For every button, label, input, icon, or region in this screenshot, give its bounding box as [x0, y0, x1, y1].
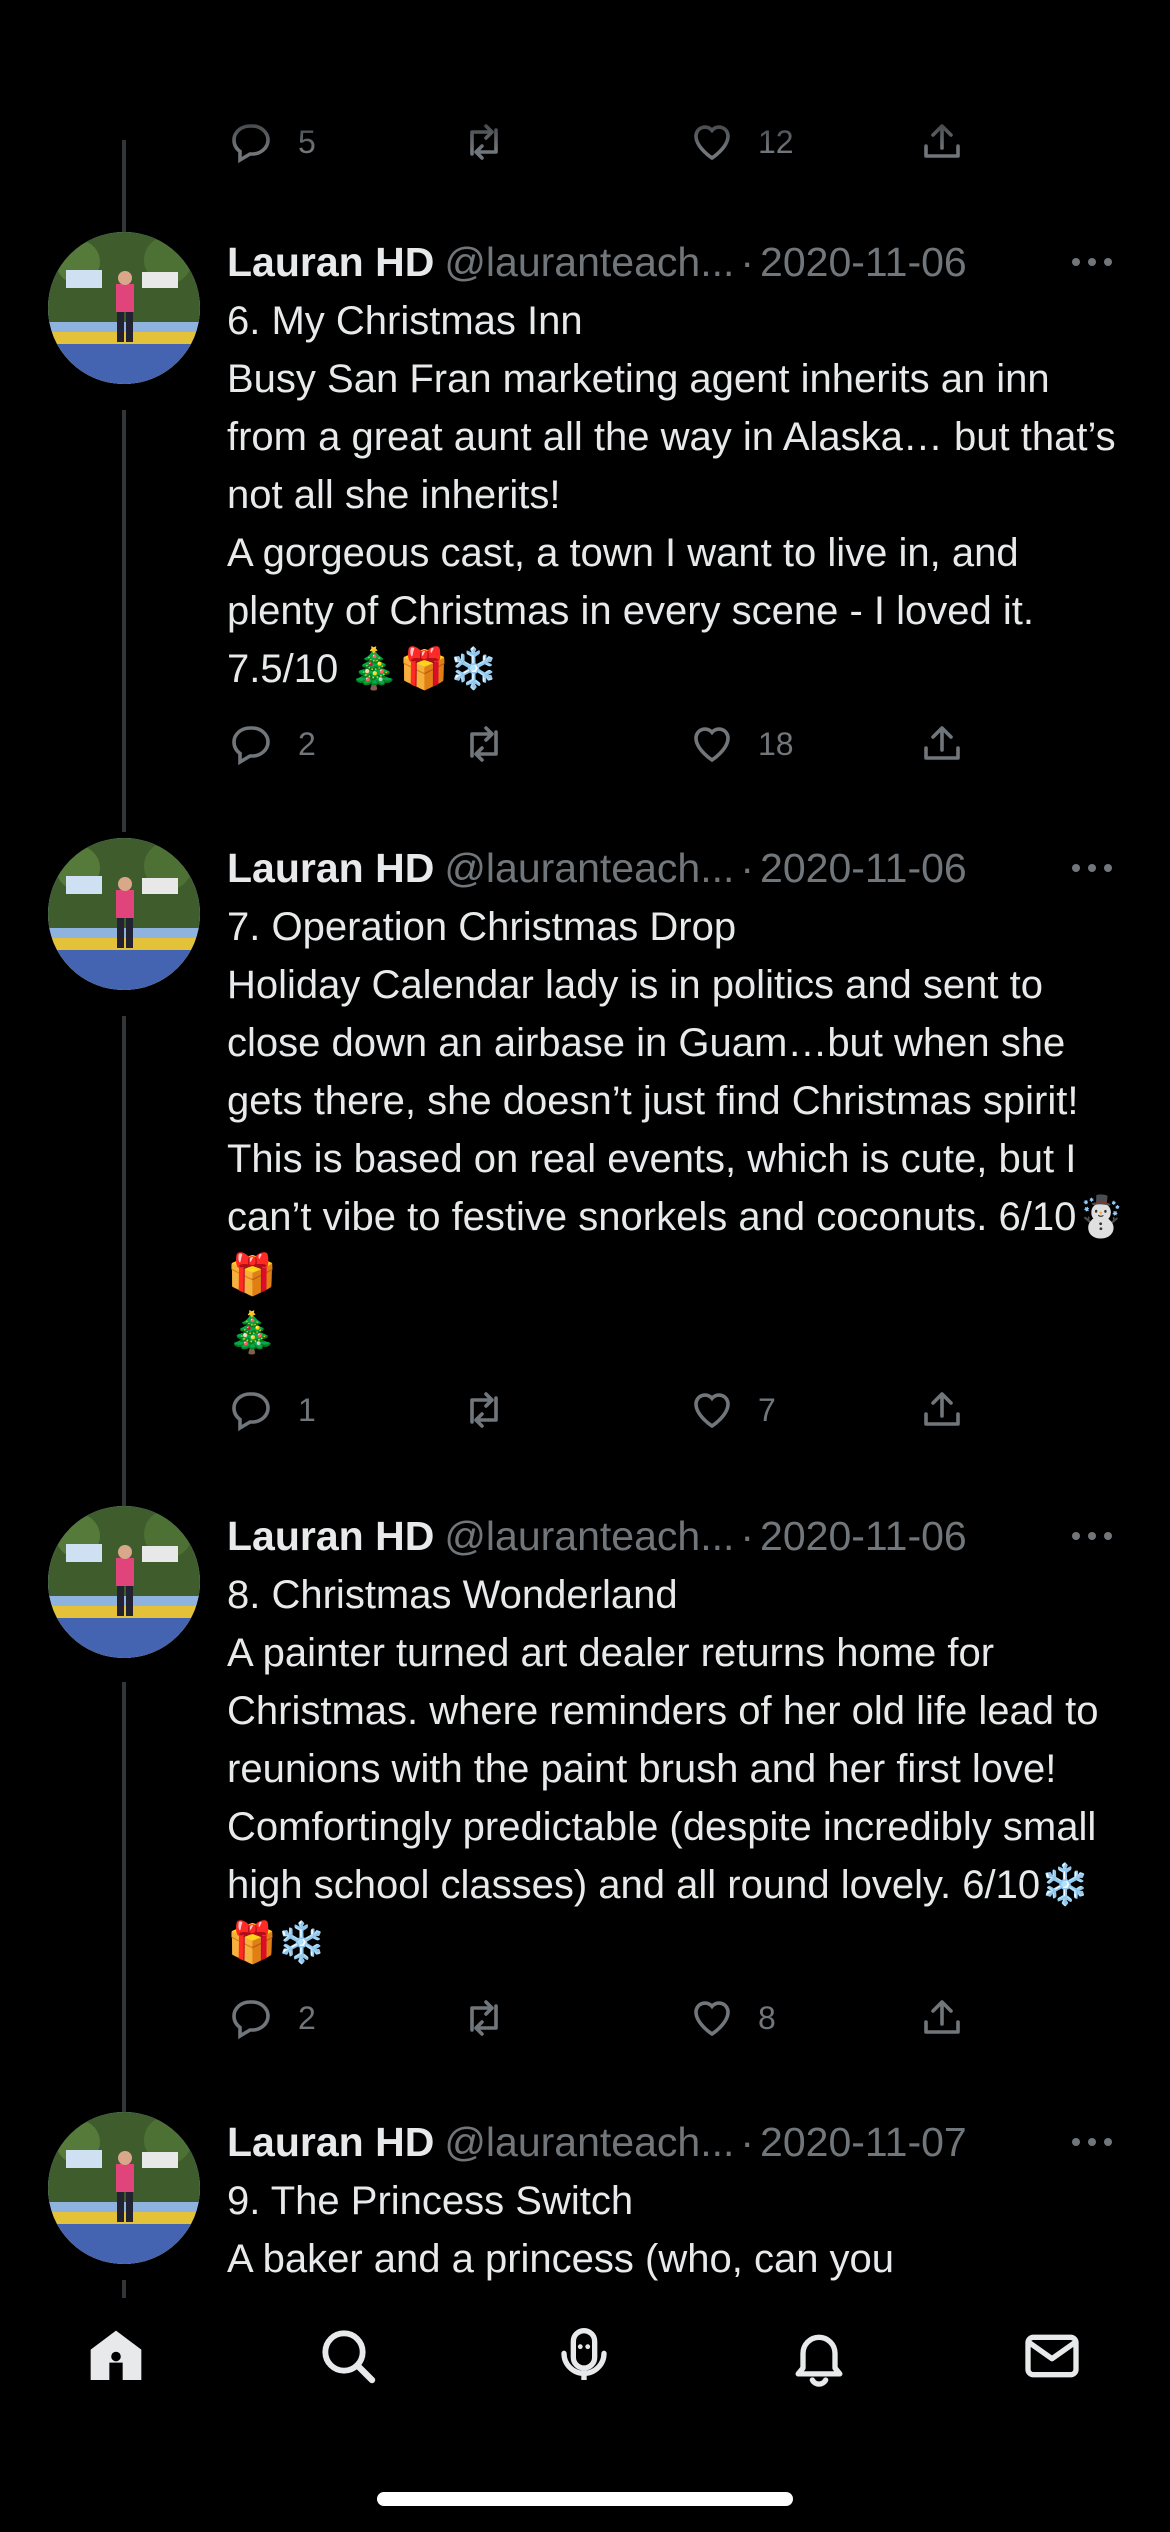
share-icon [924, 726, 960, 760]
share-button[interactable] [918, 1994, 966, 2042]
like-button[interactable]: 7 [688, 1386, 776, 1434]
share-icon [924, 2000, 960, 2034]
reply-button[interactable]: 2 [228, 720, 316, 768]
author-name[interactable]: Lauran HD [227, 2119, 434, 2165]
tweet-header: Lauran HD @lauranteach... · 2020-11-06 [227, 232, 1127, 292]
like-button[interactable]: 12 [688, 118, 794, 166]
author-name[interactable]: Lauran HD [227, 239, 434, 285]
tweet-text: 6. My Christmas Inn Busy San Fran market… [227, 299, 1116, 691]
tweet-header: Lauran HD @lauranteach... · 2020-11-07 [227, 2112, 1127, 2172]
thread-line [122, 1682, 126, 2112]
profile-photo [48, 1506, 200, 1658]
tweet-text: 9. The Princess Switch A baker and a pri… [227, 2179, 895, 2281]
retweet-icon [470, 124, 498, 160]
reply-icon [232, 1392, 270, 1432]
like-count: 7 [758, 1391, 776, 1428]
reply-count: 1 [298, 1391, 316, 1428]
avatar[interactable] [48, 232, 200, 384]
separator-dot: · [740, 2119, 755, 2165]
home-icon [90, 2330, 142, 2380]
tweet-header: Lauran HD @lauranteach... · 2020-11-06 [227, 838, 1127, 898]
tweet-text: 7. Operation Christmas Drop Holiday Cale… [227, 905, 1127, 1355]
reply-button[interactable]: 2 [228, 1994, 316, 2042]
previous-tweet-actions: 5 12 [0, 118, 1170, 166]
heart-icon [694, 125, 730, 161]
tweet-actions: 2 8 [0, 1994, 1170, 2042]
retweet-button[interactable] [460, 1386, 530, 1434]
tweet-actions: 1 7 [0, 1386, 1170, 1434]
avatar[interactable] [48, 838, 200, 990]
tweet-date[interactable]: 2020-11-06 [760, 845, 967, 891]
retweet-button[interactable] [460, 118, 508, 166]
retweet-button[interactable] [460, 720, 530, 768]
author-name[interactable]: Lauran HD [227, 845, 434, 891]
thread-line [122, 410, 126, 832]
tab-messages[interactable] [1020, 2324, 1084, 2388]
more-icon [1072, 258, 1112, 266]
share-icon [924, 1392, 960, 1426]
reply-icon [232, 726, 270, 766]
messages-icon [1025, 2334, 1079, 2378]
retweet-icon [470, 1392, 498, 1428]
author-handle[interactable]: @lauranteach... [444, 845, 734, 891]
author-name[interactable]: Lauran HD [227, 1513, 434, 1559]
profile-photo [48, 232, 200, 384]
more-icon [1072, 2138, 1112, 2146]
like-button[interactable]: 8 [688, 1994, 776, 2042]
reply-count: 2 [298, 1999, 316, 2036]
bottom-tab-bar [0, 2298, 1170, 2408]
avatar[interactable] [48, 1506, 200, 1658]
share-button[interactable] [918, 118, 966, 166]
retweet-button[interactable] [460, 1994, 530, 2042]
reply-button[interactable]: 1 [228, 1386, 316, 1434]
like-count: 18 [758, 725, 794, 762]
like-button[interactable]: 18 [688, 720, 794, 768]
retweet-icon [470, 2000, 498, 2036]
tab-spaces[interactable] [552, 2324, 616, 2388]
heart-icon [694, 1393, 730, 1429]
heart-icon [694, 727, 730, 763]
more-options-button[interactable] [1070, 860, 1114, 876]
tweet-date[interactable]: 2020-11-06 [760, 239, 967, 285]
home-indicator[interactable] [377, 2492, 793, 2506]
author-handle[interactable]: @lauranteach... [444, 239, 734, 285]
tab-home[interactable] [84, 2324, 148, 2388]
share-button[interactable] [918, 1386, 966, 1434]
thread-line [122, 1016, 126, 1508]
tweet-date[interactable]: 2020-11-06 [760, 1513, 967, 1559]
spaces-icon [561, 2328, 607, 2380]
separator-dot: · [740, 239, 755, 285]
heart-icon [694, 2001, 730, 2037]
tweet-header: Lauran HD @lauranteach... · 2020-11-06 [227, 1506, 1127, 1566]
tweet-date[interactable]: 2020-11-07 [760, 2119, 967, 2165]
separator-dot: · [740, 1513, 755, 1559]
author-handle[interactable]: @lauranteach... [444, 2119, 734, 2165]
share-icon [924, 124, 960, 158]
notifications-icon [795, 2334, 843, 2387]
tweet-actions: 2 18 [0, 720, 1170, 768]
thread-line [122, 140, 126, 242]
search-icon [322, 2330, 376, 2384]
reply-button[interactable]: 5 [228, 118, 316, 166]
profile-photo [48, 2112, 200, 2264]
profile-photo [48, 838, 200, 990]
more-options-button[interactable] [1070, 254, 1114, 270]
more-options-button[interactable] [1070, 2134, 1114, 2150]
reply-count: 2 [298, 725, 316, 762]
more-icon [1072, 1532, 1112, 1540]
reply-icon [232, 2000, 270, 2040]
reply-icon [232, 124, 270, 164]
retweet-icon [470, 726, 498, 762]
tab-search[interactable] [316, 2324, 380, 2388]
avatar[interactable] [48, 2112, 200, 2264]
tweet-text: 8. Christmas Wonderland A painter turned… [227, 1573, 1099, 1965]
share-button[interactable] [918, 720, 966, 768]
thread-line [122, 2280, 126, 2298]
like-count: 8 [758, 1999, 776, 2036]
more-icon [1072, 864, 1112, 872]
separator-dot: · [740, 845, 755, 891]
author-handle[interactable]: @lauranteach... [444, 1513, 734, 1559]
tab-notifications[interactable] [787, 2324, 851, 2388]
more-options-button[interactable] [1070, 1528, 1114, 1544]
